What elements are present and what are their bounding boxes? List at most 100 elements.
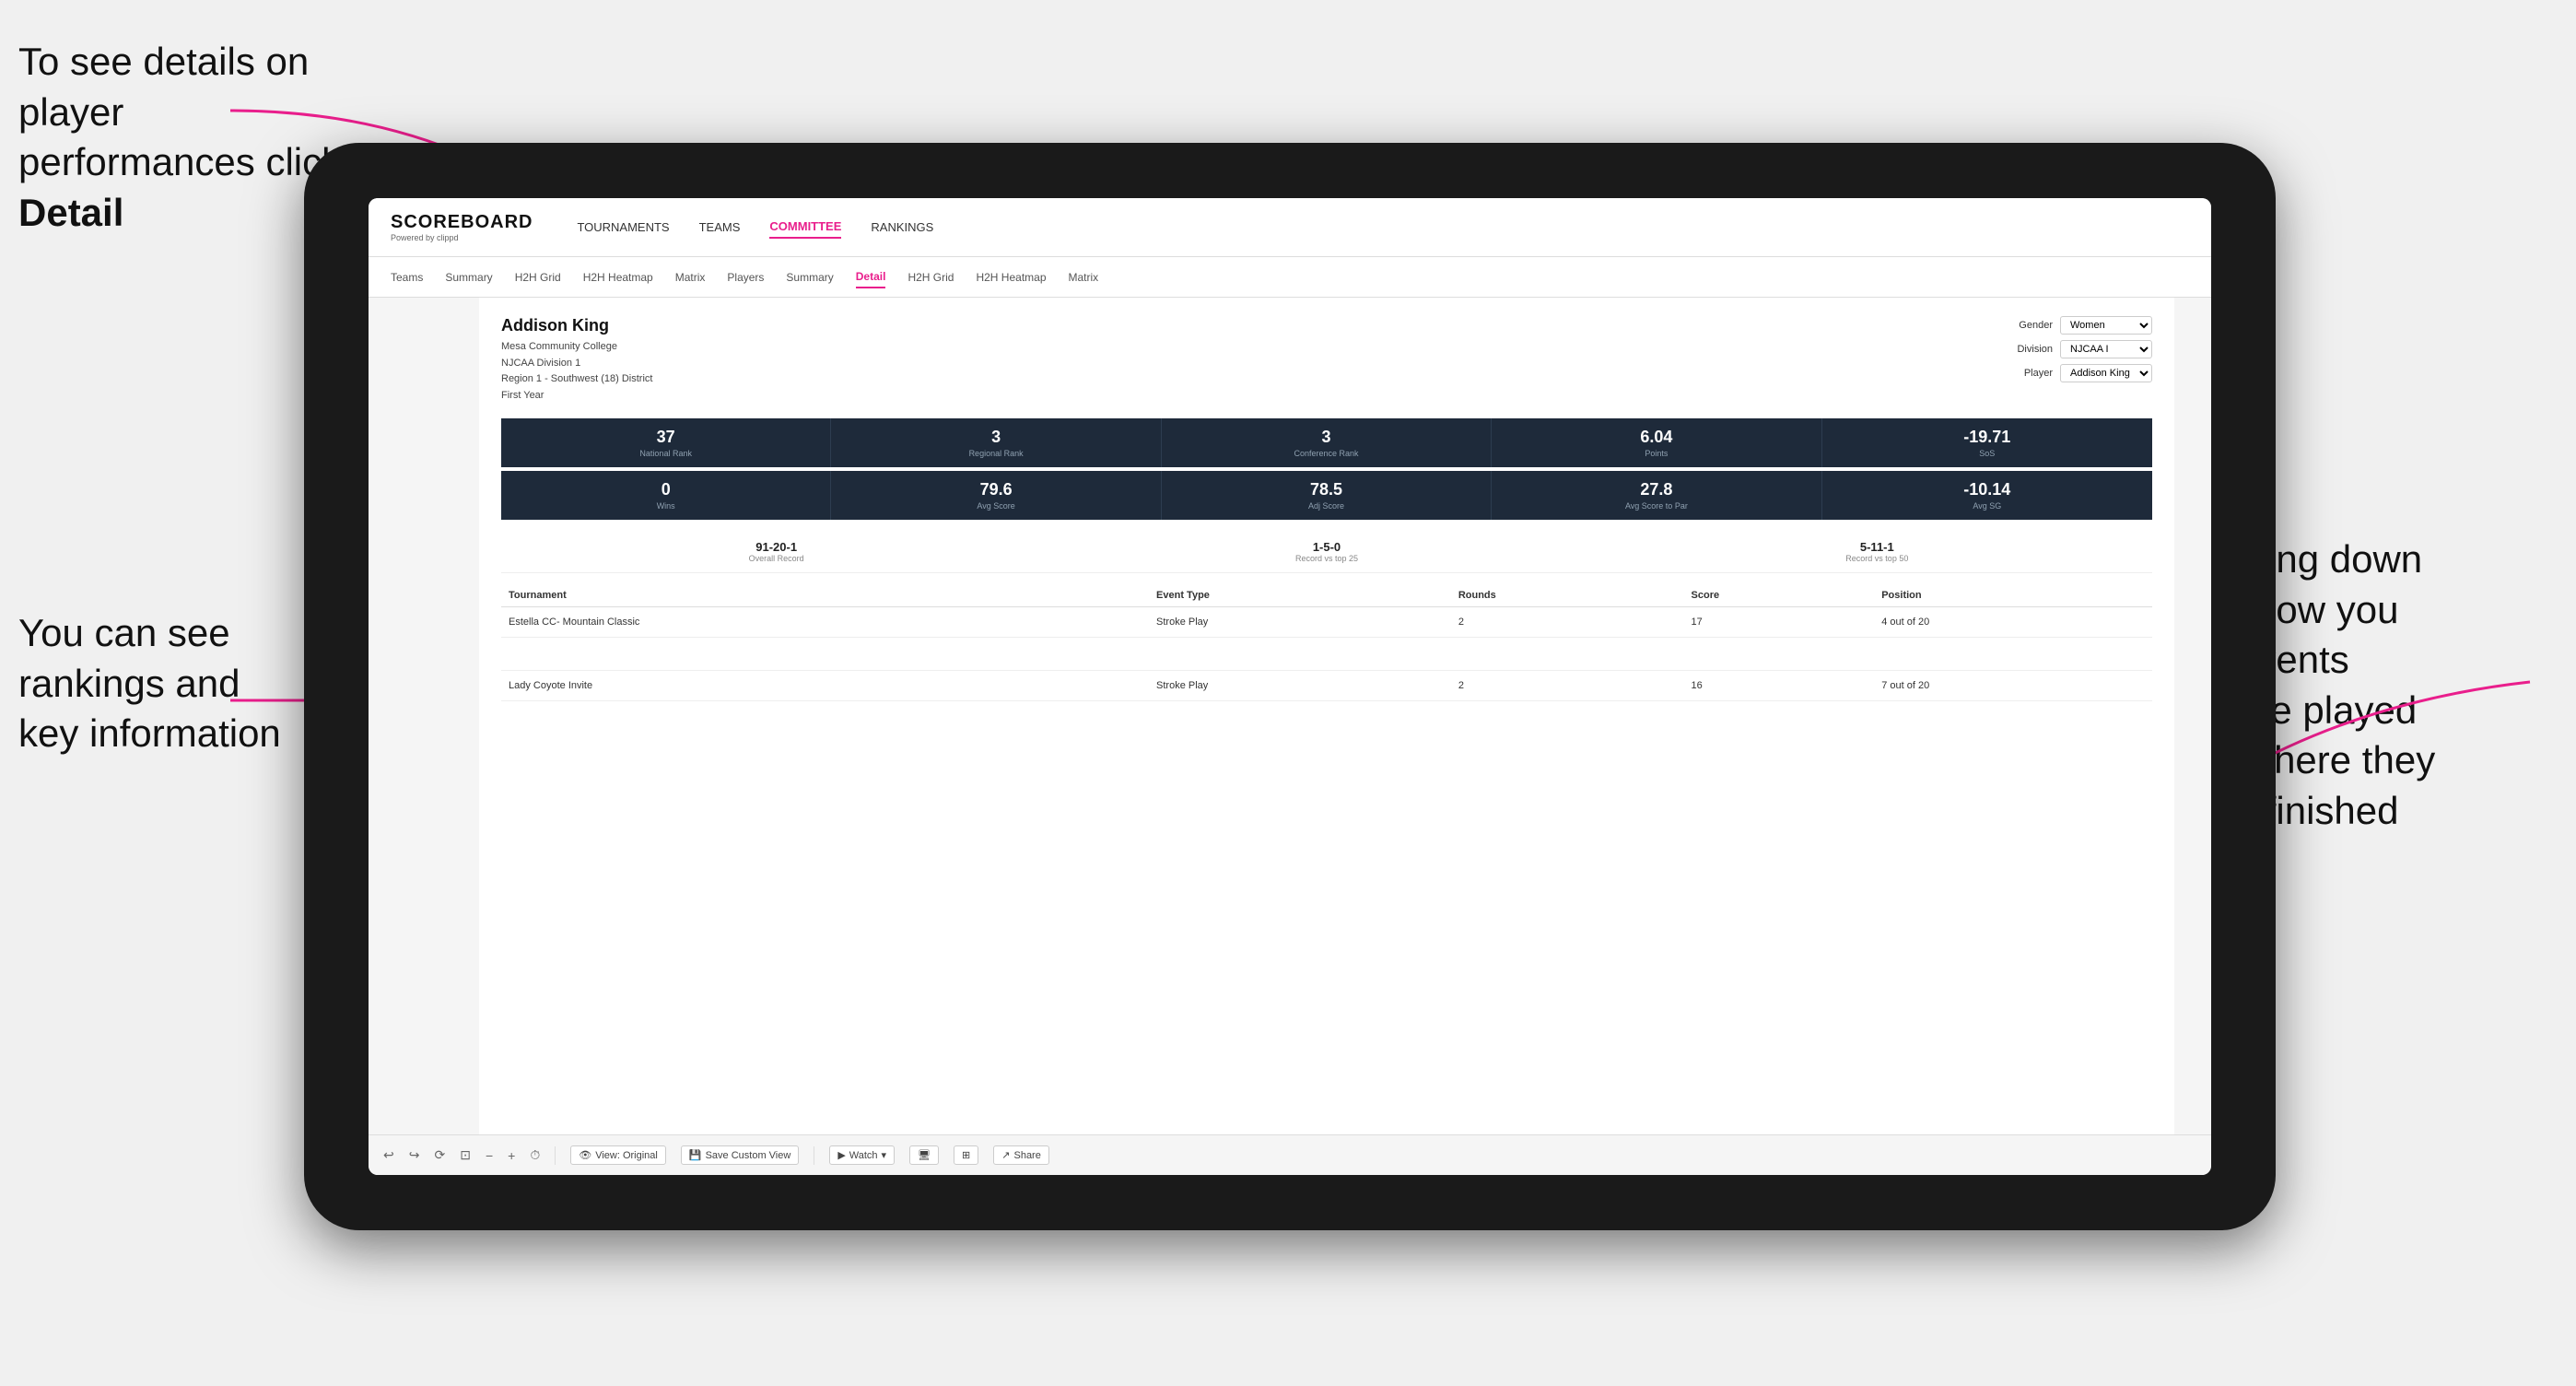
top-nav: SCOREBOARD Powered by clippd TOURNAMENTS…	[369, 198, 2211, 257]
division-label: Division	[2017, 344, 2053, 355]
subnav-summary2[interactable]: Summary	[786, 267, 833, 288]
record-top25-label: Record vs top 25	[1051, 554, 1601, 563]
record-overall-label: Overall Record	[501, 554, 1051, 563]
tablet-screen: SCOREBOARD Powered by clippd TOURNAMENTS…	[369, 198, 2211, 1175]
bottom-toolbar: ↩ ↪ ⟳ ⊡ − + ⏱ 👁 View: Original 💾 Save Cu…	[369, 1134, 2211, 1175]
record-overall-value: 91-20-1	[501, 540, 1051, 554]
share-button[interactable]: ↗ Share	[993, 1145, 1049, 1165]
stat-wins: 0 Wins	[501, 471, 831, 520]
stat-conference-rank-label: Conference Rank	[1173, 449, 1480, 458]
subnav-matrix2[interactable]: Matrix	[1069, 267, 1099, 288]
undo-icon[interactable]: ↩	[383, 1147, 394, 1163]
player-controls: Gender Women Men Division NJCAA I NJCAA …	[2017, 316, 2152, 382]
col-tournament: Tournament	[501, 584, 1149, 607]
subnav-summary[interactable]: Summary	[445, 267, 492, 288]
toolbar-divider-1	[555, 1146, 556, 1165]
stat-regional-rank-label: Regional Rank	[842, 449, 1149, 458]
stat-avg-score-label: Avg Score	[842, 501, 1149, 511]
subnav-matrix[interactable]: Matrix	[675, 267, 706, 288]
subnav-h2h-heatmap2[interactable]: H2H Heatmap	[976, 267, 1046, 288]
screen-icon-button[interactable]: 🖥	[909, 1145, 939, 1165]
stat-avg-score-par-value: 27.8	[1503, 480, 1809, 499]
logo-area: SCOREBOARD Powered by clippd	[391, 212, 533, 242]
subnav-h2h-heatmap[interactable]: H2H Heatmap	[583, 267, 653, 288]
division-select[interactable]: NJCAA I NJCAA II	[2060, 340, 2152, 358]
stat-avg-score: 79.6 Avg Score	[831, 471, 1161, 520]
stat-sos-value: -19.71	[1833, 428, 2141, 447]
stat-avg-score-value: 79.6	[842, 480, 1149, 499]
watch-label: Watch	[849, 1150, 878, 1161]
stat-points-value: 6.04	[1503, 428, 1809, 447]
view-original-button[interactable]: 👁 View: Original	[570, 1145, 666, 1165]
player-college: Mesa Community College	[501, 339, 652, 356]
subnav-h2h-grid[interactable]: H2H Grid	[515, 267, 561, 288]
stat-avg-score-par-label: Avg Score to Par	[1503, 501, 1809, 511]
refresh-icon[interactable]: ⟳	[434, 1147, 445, 1163]
view-original-label: View: Original	[595, 1150, 658, 1161]
stat-points-label: Points	[1503, 449, 1809, 458]
position-2: 7 out of 20	[1874, 671, 2152, 701]
minus-icon[interactable]: −	[486, 1148, 493, 1163]
nav-committee[interactable]: COMMITTEE	[769, 216, 841, 239]
record-top50-label: Record vs top 50	[1602, 554, 2152, 563]
gender-label: Gender	[2019, 320, 2053, 331]
player-control-row: Player Addison King	[2024, 364, 2152, 382]
stat-adj-score-label: Adj Score	[1173, 501, 1480, 511]
annotation-top-left-text: To see details on player performances cl…	[18, 40, 341, 183]
tournament-name-empty	[501, 638, 1149, 671]
grid-icon-button[interactable]: ⊞	[954, 1145, 978, 1165]
record-top25-value: 1-5-0	[1051, 540, 1601, 554]
stat-adj-score: 78.5 Adj Score	[1162, 471, 1492, 520]
stat-sos: -19.71 SoS	[1822, 418, 2152, 467]
records-row: 91-20-1 Overall Record 1-5-0 Record vs t…	[501, 531, 2152, 573]
clock-icon[interactable]: ⏱	[530, 1147, 540, 1163]
watch-chevron: ▾	[882, 1149, 887, 1161]
gender-select[interactable]: Women Men	[2060, 316, 2152, 335]
zoom-fit-icon[interactable]: ⊡	[460, 1147, 471, 1163]
stat-adj-score-value: 78.5	[1173, 480, 1480, 499]
stat-avg-score-par: 27.8 Avg Score to Par	[1492, 471, 1821, 520]
share-label: Share	[1013, 1150, 1040, 1161]
stat-sos-label: SoS	[1833, 449, 2141, 458]
player-region: Region 1 - Southwest (18) District	[501, 371, 652, 388]
eye-icon: 👁	[579, 1149, 591, 1161]
tournament-name-1: Estella CC- Mountain Classic	[501, 607, 1149, 638]
player-select[interactable]: Addison King	[2060, 364, 2152, 382]
tournament-table: Tournament Event Type Rounds Score Posit…	[501, 584, 2152, 701]
plus-icon[interactable]: +	[508, 1148, 515, 1163]
stat-national-rank: 37 National Rank	[501, 418, 831, 467]
col-rounds: Rounds	[1451, 584, 1684, 607]
nav-items: TOURNAMENTS TEAMS COMMITTEE RANKINGS	[577, 216, 933, 239]
stat-national-rank-label: National Rank	[512, 449, 819, 458]
player-year: First Year	[501, 388, 652, 405]
nav-teams[interactable]: TEAMS	[699, 217, 741, 238]
table-row	[501, 638, 2152, 671]
record-overall: 91-20-1 Overall Record	[501, 540, 1051, 563]
score-empty	[1684, 638, 1875, 671]
table-row: Lady Coyote Invite Stroke Play 2 16 7 ou…	[501, 671, 2152, 701]
nav-rankings[interactable]: RANKINGS	[871, 217, 933, 238]
subnav-h2h-grid2[interactable]: H2H Grid	[907, 267, 954, 288]
redo-icon[interactable]: ↪	[409, 1147, 420, 1163]
rounds-1: 2	[1451, 607, 1684, 638]
annotation-bottom-left-line3: key information	[18, 711, 281, 755]
save-custom-view-button[interactable]: 💾 Save Custom View	[681, 1145, 799, 1165]
stats-row1: 37 National Rank 3 Regional Rank 3 Confe…	[501, 418, 2152, 467]
annotation-bottom-left: You can see rankings and key information	[18, 608, 350, 759]
subnav-players[interactable]: Players	[727, 267, 764, 288]
subnav-detail[interactable]: Detail	[856, 266, 886, 288]
event-type-2: Stroke Play	[1149, 671, 1451, 701]
tablet-frame: SCOREBOARD Powered by clippd TOURNAMENTS…	[304, 143, 2276, 1230]
stat-avg-sg-label: Avg SG	[1833, 501, 2141, 511]
save-custom-label: Save Custom View	[706, 1150, 791, 1161]
nav-tournaments[interactable]: TOURNAMENTS	[577, 217, 669, 238]
stat-regional-rank: 3 Regional Rank	[831, 418, 1161, 467]
player-division: NJCAA Division 1	[501, 356, 652, 372]
annotation-detail-bold: Detail	[18, 191, 123, 234]
left-sidebar	[369, 298, 479, 1134]
content-area: Addison King Mesa Community College NJCA…	[369, 298, 2211, 1134]
watch-button[interactable]: ▶ Watch ▾	[829, 1145, 895, 1165]
share-icon: ↗	[1001, 1149, 1010, 1161]
subnav-teams[interactable]: Teams	[391, 267, 423, 288]
score-2: 16	[1684, 671, 1875, 701]
